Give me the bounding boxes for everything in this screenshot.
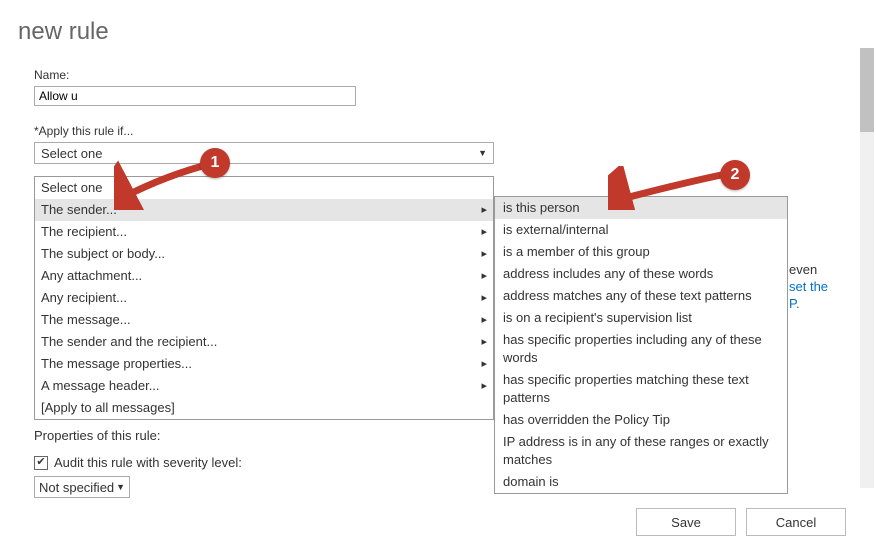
submenu-item[interactable]: address matches any of these text patter… — [495, 285, 787, 307]
obscured-link-line3[interactable]: P. — [789, 296, 800, 311]
condition-menu-item[interactable]: [Apply to all messages] — [35, 397, 493, 419]
submenu-item[interactable]: address includes any of these words — [495, 263, 787, 285]
condition-menu-item[interactable]: Any recipient... — [35, 287, 493, 309]
name-input[interactable] — [34, 86, 356, 106]
condition-menu-item[interactable]: The sender and the recipient... — [35, 331, 493, 353]
vertical-scrollbar[interactable] — [860, 48, 874, 488]
condition-menu[interactable]: Select oneThe sender...The recipient...T… — [34, 176, 494, 420]
submenu-item[interactable]: is this person — [495, 197, 787, 219]
sender-submenu[interactable]: is this personis external/internalis a m… — [494, 196, 788, 494]
obscured-text-line1: even — [789, 262, 817, 277]
obscured-link-line2[interactable]: set the — [789, 279, 828, 294]
apply-rule-dropdown[interactable]: Select one ▼ — [34, 142, 494, 164]
submenu-item[interactable]: has specific properties matching these t… — [495, 369, 787, 409]
properties-title: Properties of this rule: — [34, 428, 242, 443]
submenu-item[interactable]: is external/internal — [495, 219, 787, 241]
chevron-down-icon: ▼ — [116, 482, 125, 492]
annotation-badge-2: 2 — [720, 160, 750, 190]
condition-menu-item[interactable]: The message properties... — [35, 353, 493, 375]
dropdown-value: Select one — [41, 146, 102, 161]
apply-rule-label: *Apply this rule if... — [34, 124, 520, 138]
audit-checkbox[interactable]: ✔ — [34, 456, 48, 470]
annotation-badge-1: 1 — [200, 148, 230, 178]
submenu-item[interactable]: IP address is in any of these ranges or … — [495, 431, 787, 471]
scrollbar-thumb[interactable] — [860, 48, 874, 132]
submenu-item[interactable]: has specific properties including any of… — [495, 329, 787, 369]
page-title: new rule — [0, 0, 876, 46]
condition-menu-item[interactable]: Select one — [35, 177, 493, 199]
chevron-down-icon: ▼ — [478, 148, 487, 158]
submenu-item[interactable]: has overridden the Policy Tip — [495, 409, 787, 431]
submenu-item[interactable]: is on a recipient's supervision list — [495, 307, 787, 329]
save-button[interactable]: Save — [636, 508, 736, 536]
submenu-item[interactable]: is a member of this group — [495, 241, 787, 263]
cancel-button[interactable]: Cancel — [746, 508, 846, 536]
condition-menu-item[interactable]: A message header... — [35, 375, 493, 397]
severity-value: Not specified — [39, 480, 114, 495]
severity-dropdown[interactable]: Not specified ▼ — [34, 476, 130, 498]
condition-menu-item[interactable]: The recipient... — [35, 221, 493, 243]
condition-menu-item[interactable]: The sender... — [35, 199, 493, 221]
condition-menu-item[interactable]: The message... — [35, 309, 493, 331]
name-label: Name: — [34, 68, 520, 82]
audit-label: Audit this rule with severity level: — [54, 455, 242, 470]
condition-menu-item[interactable]: The subject or body... — [35, 243, 493, 265]
submenu-item[interactable]: domain is — [495, 471, 787, 493]
condition-menu-item[interactable]: Any attachment... — [35, 265, 493, 287]
